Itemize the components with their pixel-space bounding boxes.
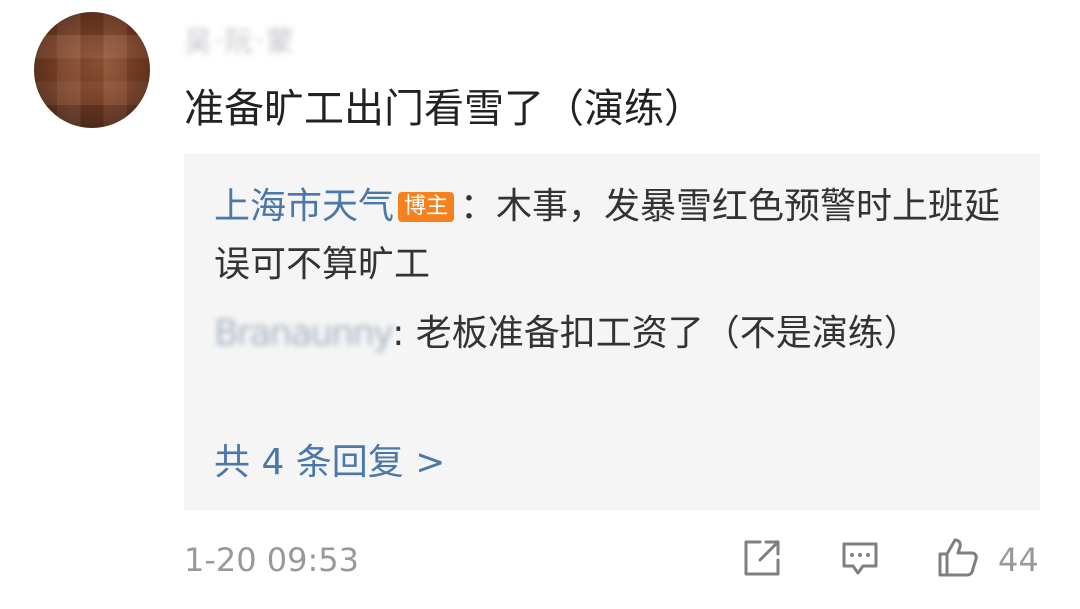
reply-item: Branaunny: 老板准备扣工资了（不是演练）: [214, 305, 1024, 363]
comment-username[interactable]: 吴·阮·蒙: [184, 22, 296, 58]
more-replies-link[interactable]: 共 4 条回复 >: [214, 434, 445, 492]
comment-icon[interactable]: [838, 536, 882, 580]
comment-text: 准备旷工出门看雪了（演练）: [184, 86, 704, 132]
reply-item: 上海市天气 博主 ：木事，发暴雪红色预警时上班延误可不算旷工: [214, 178, 1024, 294]
reply-username[interactable]: Branaunny: [214, 313, 394, 354]
reply-text: : 老板准备扣工资了（不是演练）: [392, 313, 920, 354]
replies-box[interactable]: 上海市天气 博主 ：木事，发暴雪红色预警时上班延误可不算旷工 Branaunny: …: [184, 154, 1040, 510]
like-count: 44: [998, 541, 1039, 579]
reply-username[interactable]: 上海市天气: [214, 186, 394, 227]
comment-timestamp: 1-20 09:53: [184, 541, 360, 579]
blogger-badge: 博主: [398, 192, 455, 222]
avatar[interactable]: [34, 12, 150, 128]
share-icon[interactable]: [740, 536, 784, 580]
like-icon[interactable]: [934, 536, 982, 580]
